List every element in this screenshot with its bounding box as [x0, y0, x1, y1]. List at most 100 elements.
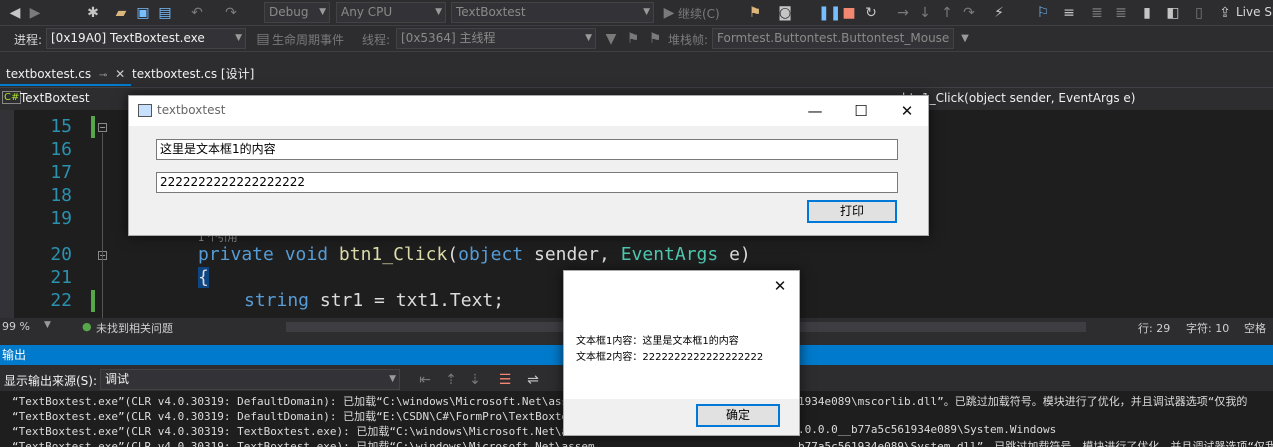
- chevron-down-icon[interactable]: ▼: [956, 30, 974, 48]
- filter-icon[interactable]: ▼: [602, 30, 620, 48]
- hot-reload-icon[interactable]: ⚡: [990, 4, 1008, 22]
- output-source-select[interactable]: 调试 ▼: [100, 369, 400, 390]
- screenshot-icon[interactable]: ◙: [776, 4, 794, 22]
- keyword: void: [284, 244, 329, 265]
- chevron-down-icon[interactable]: ▼: [44, 320, 51, 330]
- print-button[interactable]: 打印: [807, 200, 897, 223]
- line-indicator: 行: 29: [1138, 322, 1171, 335]
- issues-label[interactable]: 未找到相关问题: [96, 320, 173, 336]
- output-line-tail: b77a5c561934e089\System.dll”。已跳过加载符号。模块进…: [798, 440, 1273, 447]
- outdent-icon[interactable]: ≣: [1112, 4, 1130, 22]
- live-share-label[interactable]: Live Sh: [1236, 5, 1273, 19]
- close-icon[interactable]: ✕: [884, 96, 930, 126]
- line-number: 18: [50, 185, 72, 206]
- pause-icon[interactable]: ❚❚: [818, 4, 841, 22]
- restart-icon[interactable]: ↻: [862, 4, 880, 22]
- lifecycle-icon[interactable]: ▤: [254, 30, 272, 48]
- output-title: 输出: [2, 348, 27, 362]
- csharp-file-icon: C#: [2, 91, 22, 104]
- main-toolbar: ◀ ▶ ✱ ▰ ▣ ▤ ↶ ↷ Debug ▼ Any CPU ▼ TextBoxt…: [0, 0, 1273, 26]
- comment-icon[interactable]: ≡: [1060, 4, 1078, 22]
- undo-icon[interactable]: ↶: [188, 4, 206, 22]
- message-title-bar[interactable]: ✕: [564, 271, 799, 301]
- change-marker: [91, 290, 95, 312]
- chevron-down-icon: ▼: [389, 374, 396, 384]
- bookmark-next-icon[interactable]: ▯: [1190, 4, 1208, 22]
- continue-label[interactable]: 继续(C): [678, 5, 720, 22]
- keyword: object: [458, 244, 524, 265]
- message-line-2: 文本框2内容：2222222222222222222: [576, 352, 764, 363]
- collapse-icon[interactable]: −: [98, 123, 107, 132]
- play-icon[interactable]: ▶: [660, 4, 678, 22]
- new-project-icon[interactable]: ✱: [84, 4, 102, 22]
- save-all-icon[interactable]: ▤: [156, 4, 174, 22]
- config-value: Debug: [269, 5, 309, 19]
- save-icon[interactable]: ▣: [134, 4, 152, 22]
- ok-button[interactable]: 确定: [696, 404, 780, 427]
- forward-icon[interactable]: ▶: [26, 4, 44, 22]
- bookmark-toggle-icon[interactable]: ⚐: [1034, 4, 1052, 22]
- share-icon[interactable]: ⇪: [1216, 4, 1234, 22]
- chevron-down-icon: ▼: [643, 7, 650, 17]
- bookmark-prev-icon[interactable]: ◧: [1164, 4, 1182, 22]
- glyph-margin[interactable]: [0, 110, 14, 318]
- line-number: 21: [50, 267, 72, 288]
- line-number: 17: [50, 162, 72, 183]
- stop-icon[interactable]: ■: [840, 4, 858, 22]
- process-select[interactable]: [0x19A0] TextBoxtest.exe ▼: [46, 28, 246, 49]
- line-number: 22: [50, 290, 72, 311]
- keyword: private: [198, 244, 274, 265]
- open-folder-icon[interactable]: ▰: [112, 4, 130, 22]
- next-message-icon[interactable]: ⇣: [466, 371, 484, 389]
- word-wrap-icon[interactable]: ⇌: [524, 371, 542, 389]
- step-out-icon[interactable]: ↑: [938, 4, 956, 22]
- code-line-21: {: [198, 267, 209, 288]
- debug-location-toolbar: 进程: [0x19A0] TextBoxtest.exe ▼ ▤ 生命周期事件 线…: [0, 26, 1273, 52]
- app-icon: [138, 104, 152, 117]
- close-icon[interactable]: ✕: [115, 67, 125, 81]
- textbox-2[interactable]: 2222222222222222222: [156, 172, 898, 193]
- outline-line: [102, 133, 103, 318]
- bookmark-icon[interactable]: ▮: [1138, 4, 1156, 22]
- maximize-icon[interactable]: ☐: [838, 96, 884, 126]
- pin-icon[interactable]: ⊸: [99, 70, 107, 81]
- tab-designer[interactable]: textboxtest.cs [设计]: [126, 62, 260, 86]
- config-select[interactable]: Debug ▼: [264, 2, 330, 23]
- output-source-label: 显示输出来源(S):: [4, 374, 98, 388]
- startup-project-select[interactable]: TextBoxtest ▼: [451, 2, 654, 23]
- form-title-bar[interactable]: textboxtest — ☐ ✕: [129, 96, 928, 126]
- redo-icon[interactable]: ↷: [222, 4, 240, 22]
- step-over-icon[interactable]: →: [894, 4, 912, 22]
- form-window: textboxtest — ☐ ✕ 这里是文本框1的内容 22222222222…: [128, 95, 929, 236]
- textbox-1[interactable]: 这里是文本框1的内容: [156, 139, 898, 160]
- stack-frame-select[interactable]: Formtest.Buttontest.Buttontest_Mouse: [712, 28, 954, 49]
- show-next-icon[interactable]: ↷: [960, 4, 978, 22]
- line-number: 20: [50, 244, 72, 265]
- chevron-down-icon: ▼: [319, 7, 326, 17]
- output-line-tail: .0.0.0__b77a5c561934e089\System.Windows: [798, 423, 1057, 436]
- thread-select[interactable]: [0x5364] 主线程 ▼: [396, 28, 596, 49]
- indent-icon[interactable]: ≣: [1088, 4, 1106, 22]
- startup-project-value: TextBoxtest: [456, 5, 526, 19]
- flag-thread-icon[interactable]: ⚑: [646, 30, 664, 48]
- find-in-output-icon[interactable]: ⇤: [416, 371, 434, 389]
- nav-project[interactable]: TextBoxtest: [20, 91, 90, 105]
- clear-all-icon[interactable]: ☰: [496, 371, 514, 389]
- prev-message-icon[interactable]: ⇡: [442, 371, 460, 389]
- lifecycle-label[interactable]: 生命周期事件: [272, 31, 344, 48]
- back-icon[interactable]: ◀: [6, 4, 24, 22]
- nav-member[interactable]: btn1_Click(object sender, EventArgs e): [902, 91, 1136, 105]
- step-into-icon[interactable]: ↓: [916, 4, 934, 22]
- message-body: 文本框1内容：这里是文本框1的内容 文本框2内容：222222222222222…: [564, 301, 799, 399]
- line-number: 19: [50, 208, 72, 229]
- type-name: EventArgs: [620, 244, 719, 265]
- close-icon[interactable]: ✕: [760, 271, 800, 301]
- minimize-icon[interactable]: —: [792, 96, 838, 126]
- output-line: “TextBoxtest.exe”(CLR v4.0.30319: TextBo…: [12, 425, 595, 438]
- process-value: [0x19A0] TextBoxtest.exe: [51, 31, 205, 45]
- tab-textboxtest-cs[interactable]: textboxtest.cs ⊸ ✕: [0, 62, 132, 86]
- zoom-level[interactable]: 99 %: [2, 320, 30, 333]
- flag-icon[interactable]: ⚑: [624, 30, 642, 48]
- platform-select[interactable]: Any CPU ▼: [336, 2, 446, 23]
- attach-icon[interactable]: ⚑: [746, 4, 764, 22]
